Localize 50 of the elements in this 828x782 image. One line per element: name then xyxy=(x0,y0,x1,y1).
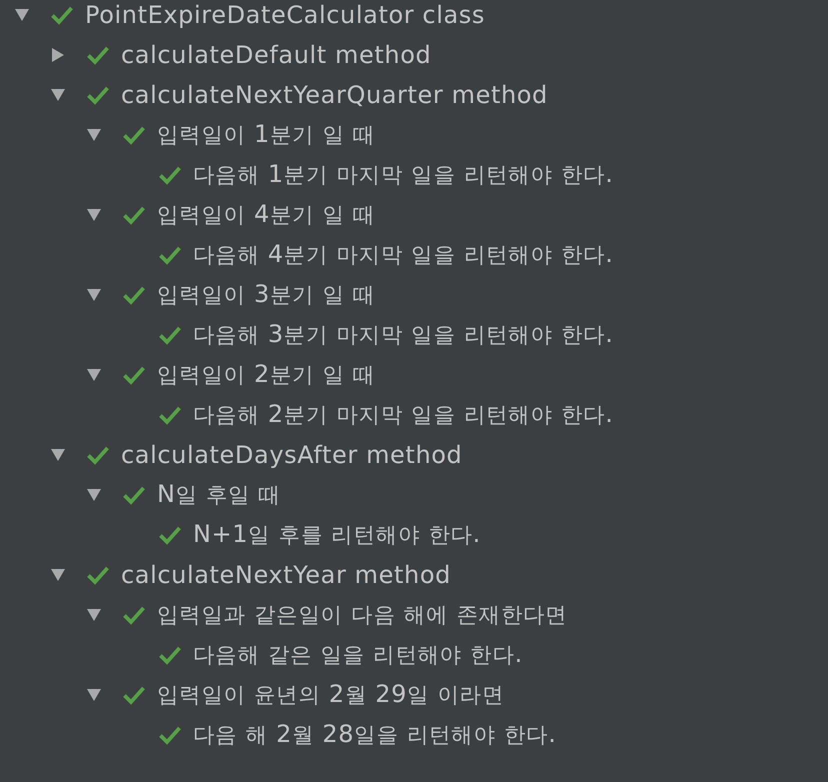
check-icon xyxy=(158,245,182,265)
test-name-label[interactable]: 다음해 4분기 마지막 일을 리턴해야 한다. xyxy=(193,240,614,270)
check-icon xyxy=(122,205,146,225)
collapse-triangle-icon[interactable] xyxy=(87,208,101,222)
check-icon xyxy=(122,365,146,385)
test-name-label[interactable]: 입력일이 1분기 일 때 xyxy=(157,120,376,150)
collapse-triangle-icon[interactable] xyxy=(87,488,101,502)
check-icon xyxy=(122,285,146,305)
test-name-label[interactable]: calculateDefault method xyxy=(121,41,432,69)
test-name-label[interactable]: 다음해 3분기 마지막 일을 리턴해야 한다. xyxy=(193,320,614,350)
test-name-label[interactable]: calculateNextYear method xyxy=(121,561,451,589)
check-icon xyxy=(86,85,110,105)
test-name-label[interactable]: N일 후일 때 xyxy=(157,480,281,510)
check-icon xyxy=(122,685,146,705)
collapse-triangle-icon[interactable] xyxy=(51,568,65,582)
collapse-triangle-icon[interactable] xyxy=(15,8,29,22)
expand-triangle-icon[interactable] xyxy=(51,48,65,62)
collapse-triangle-icon[interactable] xyxy=(51,88,65,102)
check-icon xyxy=(50,5,74,25)
check-icon xyxy=(158,525,182,545)
check-icon xyxy=(122,125,146,145)
collapse-triangle-icon[interactable] xyxy=(87,288,101,302)
test-name-label[interactable]: 다음해 1분기 마지막 일을 리턴해야 한다. xyxy=(193,160,614,190)
check-icon xyxy=(158,725,182,745)
collapse-triangle-icon[interactable] xyxy=(87,688,101,702)
collapse-triangle-icon[interactable] xyxy=(87,608,101,622)
collapse-triangle-icon[interactable] xyxy=(87,128,101,142)
test-name-label[interactable]: 입력일과 같은일이 다음 해에 존재한다면 xyxy=(157,600,568,630)
test-name-label[interactable]: calculateDaysAfter method xyxy=(121,441,462,469)
test-name-label[interactable]: calculateNextYearQuarter method xyxy=(121,81,548,109)
check-icon xyxy=(122,485,146,505)
collapse-triangle-icon[interactable] xyxy=(51,448,65,462)
collapse-triangle-icon[interactable] xyxy=(87,368,101,382)
check-icon xyxy=(122,605,146,625)
test-name-label[interactable]: 다음 해 2월 28일을 리턴해야 한다. xyxy=(193,720,556,750)
test-name-label[interactable]: 입력일이 2분기 일 때 xyxy=(157,360,376,390)
test-name-label[interactable]: PointExpireDateCalculator class xyxy=(85,1,486,29)
test-name-label[interactable]: 다음해 같은 일을 리턴해야 한다. xyxy=(193,640,523,670)
check-icon xyxy=(158,405,182,425)
test-name-label[interactable]: 입력일이 3분기 일 때 xyxy=(157,280,376,310)
test-name-label[interactable]: 입력일이 4분기 일 때 xyxy=(157,200,376,230)
check-icon xyxy=(86,45,110,65)
check-icon xyxy=(86,565,110,585)
check-icon xyxy=(158,645,182,665)
test-name-label[interactable]: 다음해 2분기 마지막 일을 리턴해야 한다. xyxy=(193,400,614,430)
check-icon xyxy=(86,445,110,465)
check-icon xyxy=(158,325,182,345)
test-name-label[interactable]: N+1일 후를 리턴해야 한다. xyxy=(193,520,481,550)
check-icon xyxy=(158,165,182,185)
test-name-label[interactable]: 입력일이 윤년의 2월 29일 이라면 xyxy=(157,680,504,710)
